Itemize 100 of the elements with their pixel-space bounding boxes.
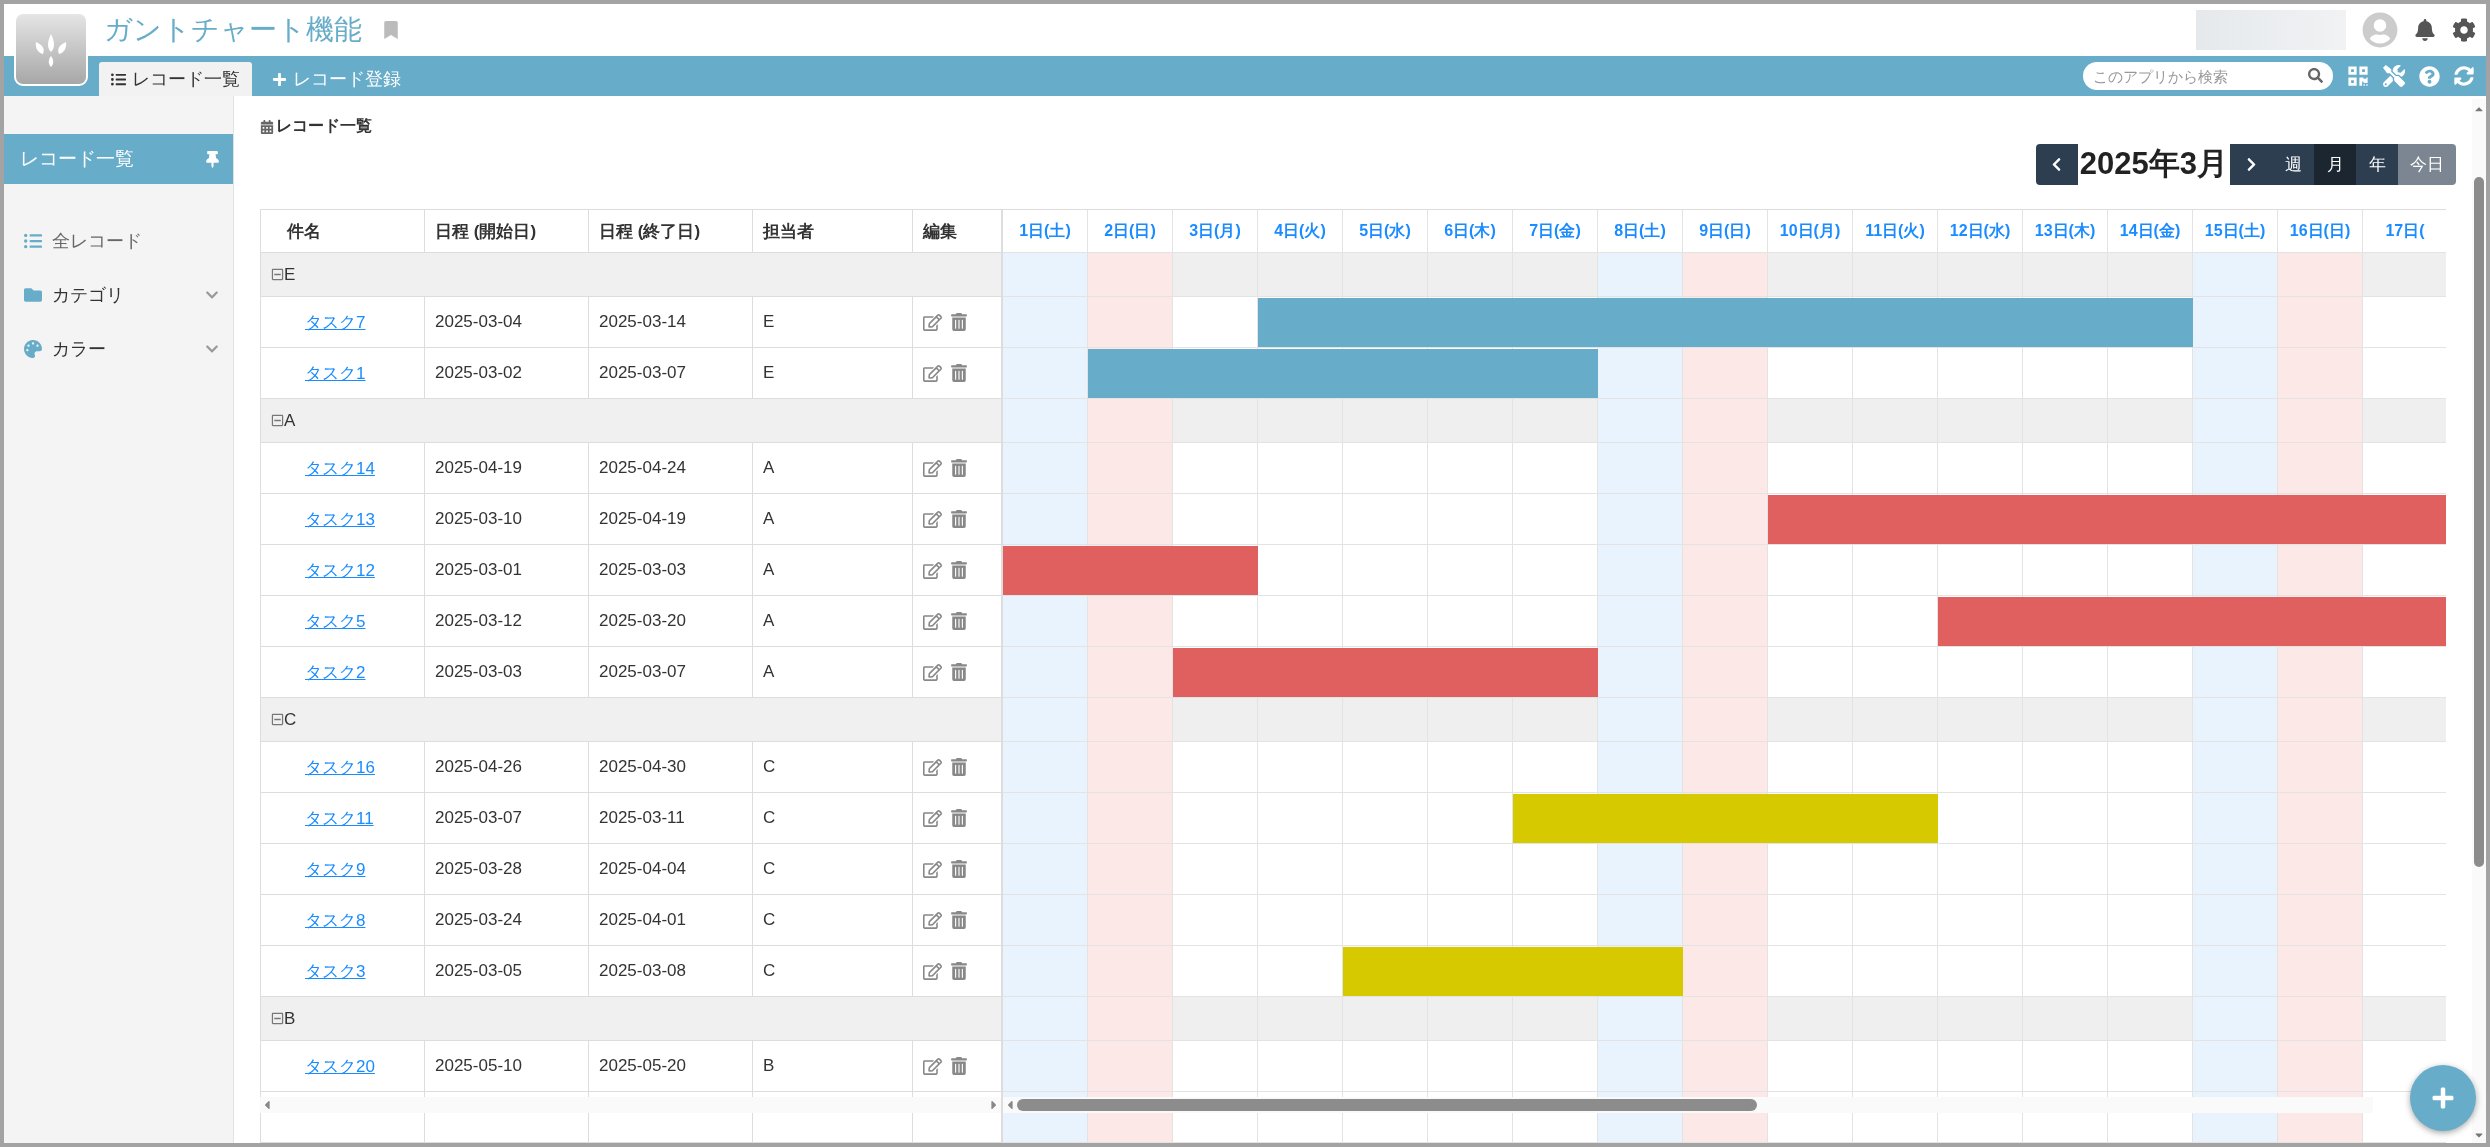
trash-icon[interactable] (950, 561, 968, 579)
qr-code-icon[interactable] (2347, 65, 2369, 87)
help-icon[interactable] (2419, 65, 2440, 87)
trash-icon[interactable] (950, 663, 968, 681)
trash-icon[interactable] (950, 860, 968, 878)
day-header: 7日(金) (1513, 210, 1598, 253)
trash-icon[interactable] (950, 313, 968, 331)
table-cell: 2025-03-12 (425, 596, 589, 647)
table-cell: 2025-03-07 (425, 793, 589, 844)
collapse-icon[interactable] (271, 1012, 284, 1025)
edit-icon[interactable] (923, 859, 942, 879)
day-header: 1日(土) (1003, 210, 1088, 253)
task-link[interactable]: タスク11 (305, 806, 374, 830)
group-label: E (284, 264, 296, 285)
gantt-scrollbar[interactable] (1003, 1097, 2373, 1113)
settings-icon[interactable] (2452, 18, 2476, 42)
task-link[interactable]: タスク14 (305, 456, 375, 480)
task-link[interactable]: タスク9 (305, 857, 366, 881)
table-cell: C (753, 793, 913, 844)
table-cell: 2025-04-26 (425, 742, 589, 793)
task-link[interactable]: タスク1 (305, 361, 366, 385)
sidebar-item[interactable]: カテゴリ (4, 268, 233, 322)
previous-button[interactable] (2035, 143, 2078, 185)
task-link[interactable]: タスク5 (305, 609, 366, 633)
trash-icon[interactable] (950, 1057, 968, 1075)
day-header: 11日(火) (1853, 210, 1938, 253)
tools-icon[interactable] (2383, 65, 2405, 87)
task-link[interactable]: タスク3 (305, 959, 366, 983)
edit-icon[interactable] (923, 757, 942, 777)
table-cell: E (753, 348, 913, 399)
collapse-icon[interactable] (271, 414, 284, 427)
bell-icon[interactable] (2414, 19, 2436, 41)
edit-icon[interactable] (923, 961, 942, 981)
task-link[interactable]: タスク20 (305, 1054, 375, 1078)
view-mode-button[interactable]: 週 (2272, 143, 2314, 185)
edit-icon[interactable] (923, 458, 942, 478)
table-cell: 2025-04-19 (589, 494, 753, 545)
app-title: ガントチャート機能 (104, 13, 362, 47)
table-cell: B (753, 1041, 913, 1092)
sidebar-view-item[interactable]: レコード一覧 (4, 134, 233, 184)
task-link[interactable]: タスク13 (305, 507, 375, 531)
tab[interactable]: レコード一覧 (99, 62, 252, 96)
task-link[interactable]: タスク16 (305, 755, 375, 779)
trash-icon[interactable] (950, 612, 968, 630)
collapse-icon[interactable] (271, 268, 284, 281)
group-label: C (284, 709, 297, 730)
scrollbar-thumb[interactable] (1017, 1099, 1757, 1111)
table-cell: 2025-03-24 (425, 895, 589, 946)
trash-icon[interactable] (950, 962, 968, 980)
table-cell: 2025-03-14 (589, 297, 753, 348)
edit-icon[interactable] (923, 509, 942, 529)
edit-icon[interactable] (923, 560, 942, 580)
table-cell: A (753, 596, 913, 647)
edit-icon[interactable] (923, 611, 942, 631)
table-cell: 2025-03-11 (589, 793, 753, 844)
edit-icon[interactable] (923, 808, 942, 828)
trash-icon[interactable] (950, 459, 968, 477)
search-field[interactable]: このアプリから検索 (2083, 62, 2333, 90)
sync-icon[interactable] (2454, 66, 2474, 86)
table-cell: 2025-04-01 (589, 895, 753, 946)
trash-icon[interactable] (950, 809, 968, 827)
day-header: 14日(金) (2108, 210, 2193, 253)
edit-icon[interactable] (923, 1056, 942, 1076)
list-icon (111, 71, 126, 87)
table-scrollbar[interactable] (260, 1097, 1001, 1113)
month-title: 2025年3月 (2078, 145, 2229, 183)
view-mode-button[interactable]: 年 (2356, 143, 2398, 185)
table-cell: A (753, 443, 913, 494)
sidebar-item[interactable]: カラー (4, 322, 233, 376)
table-cell: A (753, 545, 913, 596)
task-link[interactable]: タスク2 (305, 660, 366, 684)
table-cell: 2025-03-04 (425, 297, 589, 348)
bookmark-icon[interactable] (382, 21, 400, 39)
scrollbar-thumb[interactable] (2474, 177, 2484, 867)
next-button[interactable] (2230, 143, 2272, 185)
collapse-icon[interactable] (271, 713, 284, 726)
pin-icon[interactable] (204, 150, 221, 168)
edit-icon[interactable] (923, 910, 942, 930)
plus-icon (272, 71, 287, 87)
search-icon[interactable] (2308, 68, 2323, 83)
table-cell: 2025-04-04 (589, 844, 753, 895)
vertical-scrollbar[interactable] (2472, 99, 2486, 1143)
edit-icon[interactable] (923, 662, 942, 682)
trash-icon[interactable] (950, 510, 968, 528)
task-link[interactable]: タスク7 (305, 310, 366, 334)
task-link[interactable]: タスク12 (305, 558, 375, 582)
group-label: B (284, 1008, 296, 1029)
trash-icon[interactable] (950, 758, 968, 776)
view-mode-button[interactable]: 月 (2314, 143, 2356, 185)
edit-icon[interactable] (923, 312, 942, 332)
task-link[interactable]: タスク8 (305, 908, 366, 932)
trash-icon[interactable] (950, 364, 968, 382)
column-header: 担当者 (753, 210, 913, 253)
tab[interactable]: レコード登録 (260, 62, 413, 96)
today-button[interactable]: 今日 (2398, 143, 2456, 185)
sidebar-item[interactable]: 全レコード (4, 214, 233, 268)
table-cell: 2025-03-08 (589, 946, 753, 997)
edit-icon[interactable] (923, 363, 942, 383)
trash-icon[interactable] (950, 911, 968, 929)
column-header: 日程 (開始日) (425, 210, 589, 253)
